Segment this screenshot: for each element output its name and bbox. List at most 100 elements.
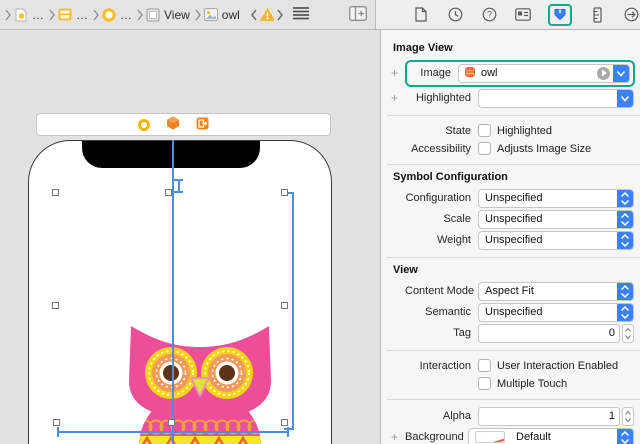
first-responder-icon[interactable] <box>166 116 180 133</box>
configuration-value: Unspecified <box>485 192 542 204</box>
chevron-right-icon <box>48 9 56 21</box>
breadcrumb-item-storyboard[interactable]: … <box>14 8 44 22</box>
background-popup[interactable]: Default <box>468 428 634 444</box>
previous-issue-button[interactable] <box>250 9 258 21</box>
separator <box>387 115 640 116</box>
chevron-up-down-icon <box>617 189 633 208</box>
bottom-line-right-cap <box>287 427 289 437</box>
image-label: Image <box>413 67 451 79</box>
resize-handle-top-right[interactable] <box>281 189 288 196</box>
exit-icon[interactable] <box>196 117 209 133</box>
alpha-row: Alpha 1 <box>381 406 634 426</box>
add-attribute-button[interactable]: + <box>391 66 405 80</box>
image-view-icon <box>204 8 218 22</box>
jump-to-image-icon[interactable] <box>597 67 610 80</box>
breadcrumb-item-view-controller[interactable]: … <box>102 8 132 22</box>
chevron-up-down-icon <box>617 210 633 229</box>
resize-handle-top-left[interactable] <box>52 189 59 196</box>
alpha-stepper[interactable] <box>622 407 634 426</box>
add-editor-button[interactable] <box>349 6 367 24</box>
interaction-label: Interaction <box>405 360 471 372</box>
chevron-right-icon <box>92 9 100 21</box>
highlighted-row: + Highlighted <box>381 88 634 108</box>
bottom-line-left-cap <box>57 427 59 437</box>
alpha-field[interactable]: 1 <box>478 407 620 426</box>
chevron-up-down-icon <box>617 282 633 301</box>
chevron-down-icon[interactable] <box>613 64 629 83</box>
trailing-bottom-tick <box>284 428 294 430</box>
history-inspector-tab[interactable] <box>446 6 464 24</box>
resize-handle-top-center[interactable] <box>165 189 172 196</box>
image-combo-box[interactable]: owl <box>458 64 630 83</box>
adjusts-image-size-checkbox[interactable] <box>478 142 491 155</box>
interaction-row: Interaction User Interaction Enabled <box>381 357 634 374</box>
weight-popup[interactable]: Unspecified <box>478 231 634 250</box>
issues-list-icon[interactable] <box>292 6 310 23</box>
connections-inspector-tab[interactable] <box>622 6 640 24</box>
size-inspector-tab[interactable] <box>588 6 606 24</box>
attributes-inspector-panel: Image View + Image owl <box>381 30 640 444</box>
tag-stepper[interactable] <box>622 324 634 343</box>
file-inspector-tab[interactable] <box>412 6 430 24</box>
quick-help-inspector-tab[interactable]: ? <box>480 6 498 24</box>
highlighted-checkbox[interactable] <box>478 124 491 137</box>
separator <box>387 350 640 351</box>
tag-field[interactable]: 0 <box>478 324 620 343</box>
breadcrumb-label: … <box>76 8 88 22</box>
accessibility-row: Accessibility Adjusts Image Size <box>381 140 634 157</box>
nil-color-swatch <box>475 431 505 443</box>
xcode-window: … … … View <box>0 0 640 444</box>
chevron-up-down-icon <box>617 303 633 322</box>
highlighted-label: Highlighted <box>405 92 471 104</box>
resize-handle-bottom-center[interactable] <box>168 419 175 426</box>
chevron-down-icon[interactable] <box>617 89 633 108</box>
weight-label: Weight <box>405 234 471 246</box>
adjusts-image-size-label: Adjusts Image Size <box>497 143 591 155</box>
semantic-value: Unspecified <box>485 306 542 318</box>
tag-value: 0 <box>609 327 615 339</box>
identity-inspector-tab[interactable] <box>514 6 532 24</box>
weight-value: Unspecified <box>485 234 542 246</box>
scene-dock <box>36 113 331 136</box>
image-row: + Image owl <box>381 59 634 87</box>
resize-handle-mid-left[interactable] <box>52 302 59 309</box>
configuration-label: Configuration <box>405 192 471 204</box>
owl-image[interactable] <box>127 326 277 444</box>
status-bar-notch <box>82 141 260 168</box>
tag-label: Tag <box>405 327 471 339</box>
content-mode-popup[interactable]: Aspect Fit <box>478 282 634 301</box>
user-interaction-enabled-label: User Interaction Enabled <box>497 360 618 372</box>
semantic-popup[interactable]: Unspecified <box>478 303 634 322</box>
breadcrumb-item-window[interactable]: … <box>58 8 88 22</box>
user-interaction-enabled-checkbox[interactable] <box>478 359 491 372</box>
add-attribute-button[interactable]: + <box>391 430 405 444</box>
attributes-inspector-tab[interactable] <box>548 4 572 26</box>
highlighted-combo-box[interactable] <box>478 89 634 108</box>
interface-builder-canvas[interactable] <box>0 30 381 444</box>
scale-popup[interactable]: Unspecified <box>478 210 634 229</box>
next-issue-button[interactable] <box>276 9 284 21</box>
multiple-touch-label: Multiple Touch <box>497 378 567 390</box>
configuration-row: Configuration Unspecified <box>381 188 634 208</box>
breadcrumb-item-owl[interactable]: owl <box>204 8 240 22</box>
weight-row: Weight Unspecified <box>381 230 634 250</box>
breadcrumb-label: … <box>120 8 132 22</box>
configuration-popup[interactable]: Unspecified <box>478 189 634 208</box>
window-icon <box>58 8 72 22</box>
owl-thumbnail-icon <box>464 66 476 81</box>
breadcrumb-item-view[interactable]: View <box>146 8 190 22</box>
warning-triangle-icon[interactable] <box>260 8 274 22</box>
view-controller-icon[interactable] <box>138 119 150 131</box>
separator <box>387 399 640 400</box>
image-value: owl <box>481 67 498 79</box>
view-icon <box>146 8 160 22</box>
resize-handle-mid-right[interactable] <box>281 302 288 309</box>
resize-handle-bottom-left[interactable] <box>53 419 60 426</box>
breadcrumb-label: View <box>164 8 190 22</box>
resize-handle-bottom-right[interactable] <box>281 419 288 426</box>
inspector-tab-bar: ? <box>376 0 640 29</box>
semantic-label: Semantic <box>405 306 471 318</box>
separator <box>387 164 640 165</box>
add-attribute-button[interactable]: + <box>391 91 405 105</box>
multiple-touch-checkbox[interactable] <box>478 377 491 390</box>
